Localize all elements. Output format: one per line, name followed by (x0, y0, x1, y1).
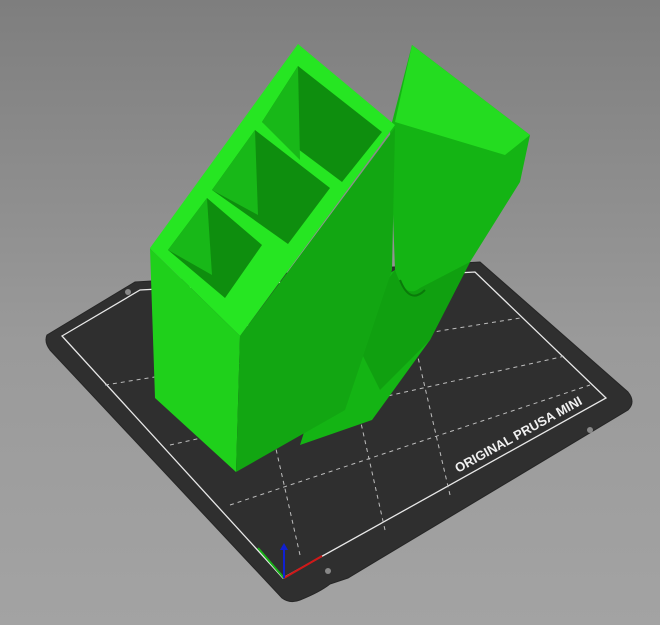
3d-viewport[interactable]: ORIGINAL PRUSA MINI (0, 0, 660, 625)
bed-screw-hole (125, 289, 131, 295)
bed-screw-hole (325, 568, 331, 574)
bed-screw-hole (587, 427, 593, 433)
scene: ORIGINAL PRUSA MINI (45, 44, 633, 603)
